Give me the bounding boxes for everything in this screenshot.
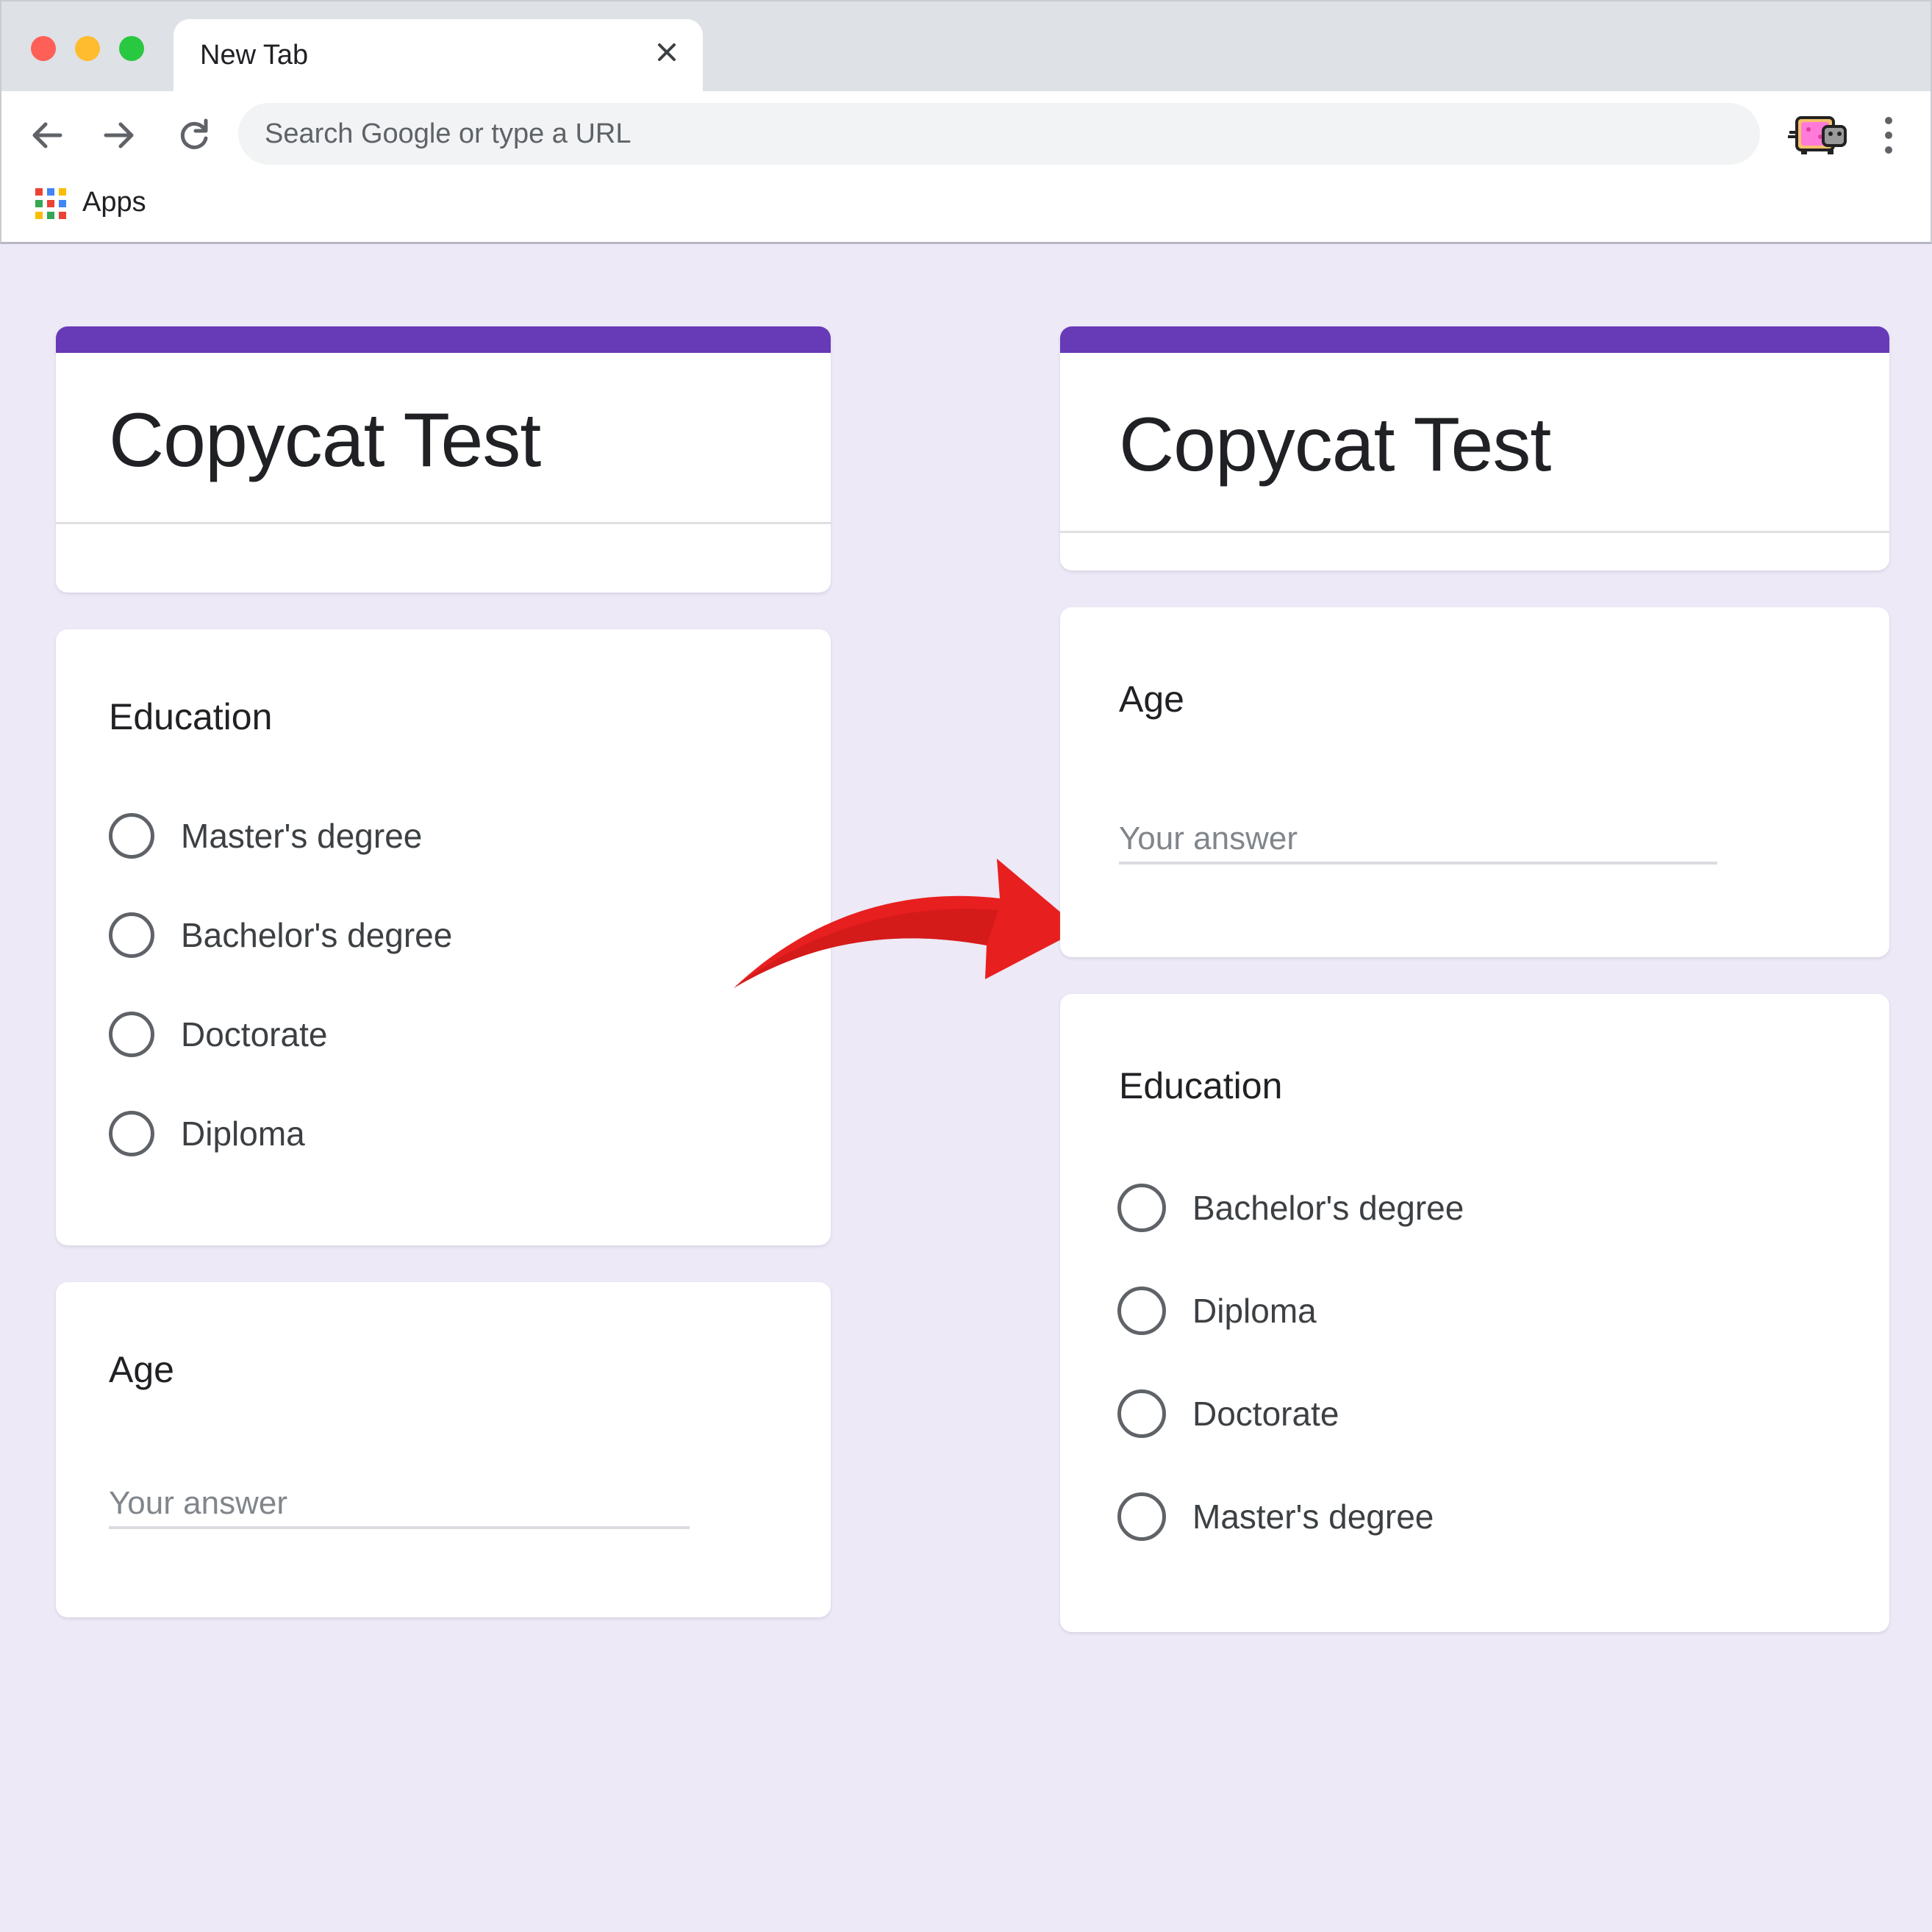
radio-option[interactable]: Bachelor's degree: [109, 909, 452, 961]
radio-option-label: Master's degree: [1192, 1498, 1434, 1536]
radio-option-label: Diploma: [181, 1115, 305, 1153]
radio-button[interactable]: [1117, 1184, 1166, 1232]
form-accent-bar: [1060, 326, 1889, 353]
question-label-education: Education: [1119, 1065, 1283, 1106]
radio-option-label: Master's degree: [181, 817, 423, 855]
radio-option-label: Doctorate: [1192, 1395, 1339, 1433]
radio-option[interactable]: Doctorate: [109, 1009, 327, 1060]
bookmark-apps[interactable]: Apps: [82, 187, 146, 218]
question-label-age: Age: [109, 1349, 174, 1390]
back-arrow-icon[interactable]: [25, 113, 69, 157]
radio-option[interactable]: Bachelor's degree: [1117, 1182, 1464, 1234]
left-form-title: Copycat Test: [109, 398, 541, 483]
right-age-card: Age: [1060, 607, 1889, 957]
right-form-title: Copycat Test: [1119, 402, 1551, 487]
question-label-age: Age: [1119, 679, 1184, 720]
radio-option[interactable]: Diploma: [109, 1108, 305, 1159]
age-answer-input[interactable]: [109, 1481, 690, 1529]
radio-option[interactable]: Doctorate: [1117, 1388, 1339, 1439]
forward-arrow-icon[interactable]: [97, 113, 141, 157]
title-divider: [1060, 531, 1889, 533]
radio-button[interactable]: [109, 1012, 154, 1057]
question-label-education: Education: [109, 696, 273, 737]
radio-option[interactable]: Diploma: [1117, 1285, 1317, 1337]
radio-option-label: Diploma: [1192, 1292, 1317, 1330]
red-arrow-icon: [734, 859, 1081, 988]
window-close-button[interactable]: [31, 36, 56, 61]
reload-icon[interactable]: [172, 113, 216, 157]
omnibox-input[interactable]: [265, 103, 1661, 165]
tab-title: New Tab: [200, 40, 309, 71]
window-minimize-button[interactable]: [75, 36, 100, 61]
more-vert-icon[interactable]: [1878, 113, 1900, 157]
radio-button[interactable]: [109, 912, 154, 958]
age-answer-input[interactable]: [1119, 816, 1717, 865]
browser-tab[interactable]: New Tab: [173, 19, 703, 96]
radio-option-label: Bachelor's degree: [181, 916, 453, 954]
radio-button[interactable]: [1117, 1492, 1166, 1541]
radio-option-label: Doctorate: [181, 1015, 328, 1053]
radio-button[interactable]: [109, 813, 154, 859]
radio-button[interactable]: [109, 1111, 154, 1156]
left-education-card: Education Master's degree Bachelor's deg…: [56, 629, 831, 1245]
left-form-title-card: Copycat Test: [56, 326, 831, 593]
omnibox[interactable]: [238, 103, 1760, 165]
radio-button[interactable]: [1117, 1287, 1166, 1335]
window-maximize-button[interactable]: [119, 36, 144, 61]
radio-option[interactable]: Master's degree: [109, 810, 422, 862]
apps-grid-icon[interactable]: [35, 188, 66, 219]
close-icon[interactable]: [651, 37, 682, 68]
left-age-card: Age: [56, 1282, 831, 1617]
browser-toolbar: Apps: [0, 91, 1932, 244]
browser-tab-bar: New Tab: [0, 0, 1932, 96]
title-divider: [56, 522, 831, 524]
profile-avatar-icon[interactable]: [1786, 110, 1850, 157]
form-accent-bar: [56, 326, 831, 353]
right-form-title-card: Copycat Test: [1060, 326, 1889, 570]
radio-option-label: Bachelor's degree: [1192, 1189, 1464, 1227]
right-education-card: Education Bachelor's degree Diploma Doct…: [1060, 994, 1889, 1632]
radio-option[interactable]: Master's degree: [1117, 1491, 1434, 1542]
radio-button[interactable]: [1117, 1389, 1166, 1438]
